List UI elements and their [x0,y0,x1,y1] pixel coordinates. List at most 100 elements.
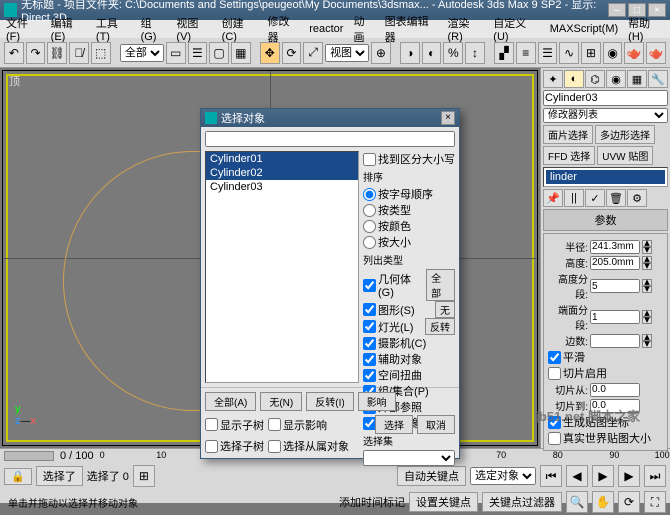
sort-size-radio[interactable] [363,236,376,249]
sides-input[interactable] [590,334,640,348]
key-target-dropdown[interactable]: 选定对象 [470,467,536,485]
menu-animation[interactable]: 动画 [353,13,374,45]
foot-all-button[interactable]: 全部(A) [205,392,256,411]
list-item[interactable]: Cylinder02 [206,166,358,180]
tab-create-icon[interactable]: ✦ [543,70,563,88]
auto-key-button[interactable]: 自动关键点 [397,466,466,486]
menu-customize[interactable]: 自定义(U) [493,15,539,43]
configure-icon[interactable]: ⚙ [627,189,647,207]
selected-button[interactable]: 选择了 [36,466,83,486]
types-invert-button[interactable]: 反转 [425,318,455,335]
goto-start-icon[interactable]: ⏮ [540,465,562,487]
show-dep-checkbox[interactable] [268,418,281,431]
height-spinner[interactable]: ▴▾ [642,256,652,270]
render-scene-icon[interactable]: 🫖 [624,42,644,64]
sort-alpha-radio[interactable] [363,188,376,201]
undo-icon[interactable]: ↶ [4,42,24,64]
minimize-button[interactable]: – [608,3,626,17]
smooth-checkbox[interactable] [548,351,561,364]
menu-file[interactable]: 文件(F) [6,15,41,43]
mirror-icon[interactable]: ▞ [494,42,514,64]
cancel-button[interactable]: 取消 [417,415,455,434]
link-icon[interactable]: ⛓ [47,42,67,64]
snap-icon[interactable]: ◑ [400,42,420,64]
redo-icon[interactable]: ↷ [26,42,46,64]
ref-coord-dropdown[interactable]: 视图 [325,44,369,62]
sort-color-radio[interactable] [363,220,376,233]
real-ws-checkbox[interactable] [548,432,561,445]
show-subtree-checkbox[interactable] [205,418,218,431]
goto-end-icon[interactable]: ⏭ [644,465,666,487]
tab-utilities-icon[interactable]: 🔧 [648,70,668,88]
move-icon[interactable]: ✥ [260,42,280,64]
radius-input[interactable] [590,240,640,254]
object-name-input[interactable] [543,90,668,106]
align-icon[interactable]: ≡ [516,42,536,64]
type-shapes-checkbox[interactable] [363,303,376,316]
sel-dep-checkbox[interactable] [268,440,281,453]
window-crossing-icon[interactable]: ▦ [231,42,251,64]
schematic-icon[interactable]: ⊞ [581,42,601,64]
list-item[interactable]: Cylinder03 [206,180,358,194]
menu-tools[interactable]: 工具(T) [96,15,131,43]
maximize-viewport-icon[interactable]: ⛶ [644,491,666,513]
sort-type-radio[interactable] [363,204,376,217]
menu-create[interactable]: 创建(C) [222,15,258,43]
radius-spinner[interactable]: ▴▾ [642,240,652,254]
tab-motion-icon[interactable]: ◉ [606,70,626,88]
selection-lock-icon[interactable]: 🔒 [4,468,32,485]
select-region-icon[interactable]: ▢ [209,42,229,64]
coord-display-icon[interactable]: ⊞ [133,465,155,487]
patch-select-button[interactable]: 面片选择 [543,125,593,144]
hseg-spinner[interactable]: ▴▾ [642,279,652,293]
tab-display-icon[interactable]: ▦ [627,70,647,88]
modifier-stack[interactable]: linder [543,167,668,187]
type-cameras-checkbox[interactable] [363,337,376,350]
menu-modifiers[interactable]: 修改器 [267,13,299,45]
scale-icon[interactable]: ⤢ [303,42,323,64]
sel-subtree-checkbox[interactable] [205,440,218,453]
menu-group[interactable]: 组(G) [141,15,167,43]
hseg-input[interactable] [590,279,640,293]
bind-icon[interactable]: ⬚ [91,42,111,64]
tab-hierarchy-icon[interactable]: ⌬ [585,70,605,88]
play-icon[interactable]: ▶ [592,465,614,487]
modifier-list-dropdown[interactable]: 修改器列表 [543,108,668,123]
slice-checkbox[interactable] [548,367,561,380]
type-geometry-checkbox[interactable] [363,279,376,292]
types-all-button[interactable]: 全部 [426,269,455,301]
types-none-button[interactable]: 无 [435,301,455,318]
curve-editor-icon[interactable]: ∿ [559,42,579,64]
pivot-icon[interactable]: ⊕ [371,42,391,64]
quick-render-icon[interactable]: 🫖 [646,42,666,64]
orbit-icon[interactable]: ⟳ [618,491,640,513]
list-item[interactable]: Cylinder01 [206,152,358,166]
type-lights-checkbox[interactable] [363,320,376,333]
select-by-name-icon[interactable]: ☰ [188,42,208,64]
height-input[interactable] [590,256,640,270]
foot-influence-button[interactable]: 影响 [358,392,396,411]
filter-input[interactable] [205,131,455,147]
match-case-checkbox[interactable] [363,153,376,166]
menu-render[interactable]: 渲染(R) [447,15,483,43]
remove-mod-icon[interactable]: 🗑 [606,189,626,207]
poly-select-button[interactable]: 多边形选择 [595,125,655,144]
foot-invert-button[interactable]: 反转(I) [306,392,353,411]
select-icon[interactable]: ▭ [166,42,186,64]
material-icon[interactable]: ◉ [603,42,623,64]
object-list[interactable]: Cylinder01 Cylinder02 Cylinder03 [205,151,359,383]
prev-frame-icon[interactable]: ◀ [566,465,588,487]
unlink-icon[interactable]: ⛓̸ [69,42,89,64]
foot-none-button[interactable]: 无(N) [260,392,302,411]
percent-snap-icon[interactable]: % [443,42,463,64]
tab-modify-icon[interactable]: ◐ [564,70,584,88]
sides-spinner[interactable]: ▴▾ [642,334,652,348]
pin-stack-icon[interactable]: 📌 [543,189,563,207]
set-key-button[interactable]: 设置关键点 [409,492,478,512]
type-warps-checkbox[interactable] [363,369,376,382]
params-rollout-header[interactable]: 参数 [543,209,668,231]
cseg-spinner[interactable]: ▴▾ [642,310,652,324]
uvw-map-button[interactable]: UVW 贴图 [597,146,653,165]
spinner-snap-icon[interactable]: ↕ [465,42,485,64]
unique-icon[interactable]: ✓ [585,189,605,207]
